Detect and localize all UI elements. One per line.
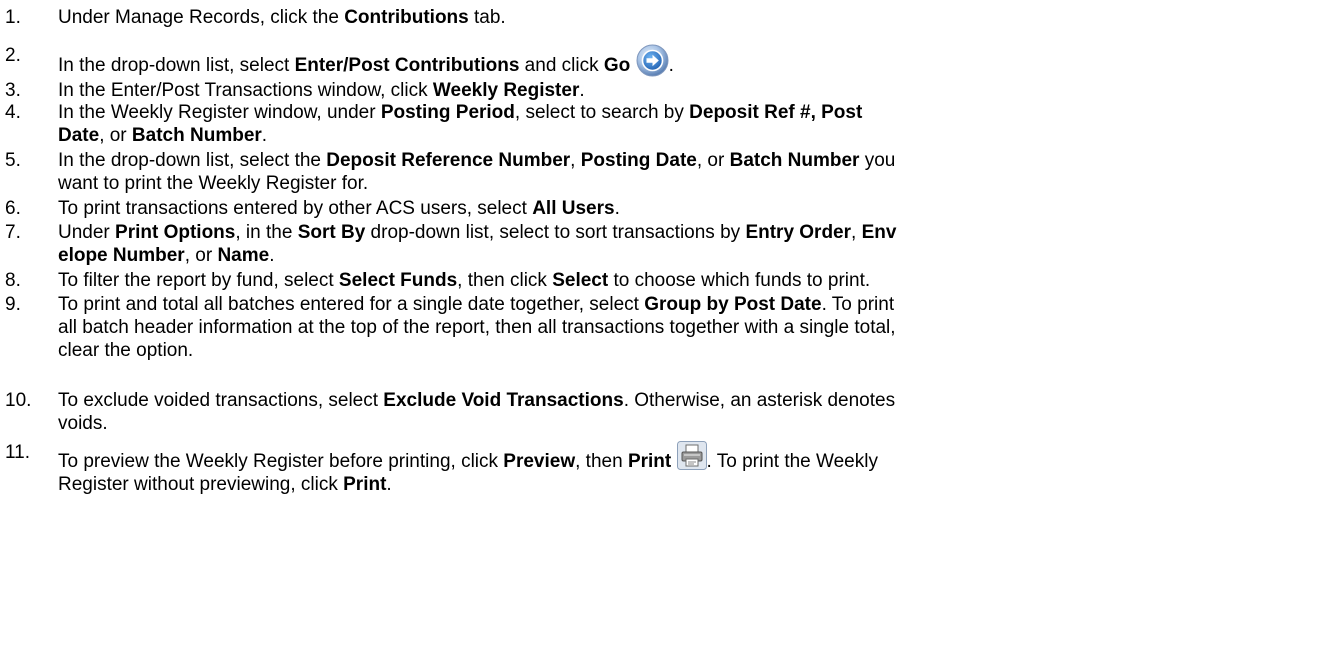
text-run: drop-down list, select to sort transacti… — [365, 222, 746, 243]
step-number: 5. — [5, 150, 21, 171]
text-run: In the Weekly Register window, under — [58, 102, 381, 123]
bold-term: Entry Order — [745, 222, 852, 243]
bold-term: Select Funds — [338, 270, 458, 291]
step-text: To print and total all batches entered f… — [58, 294, 896, 361]
bold-term: Date — [58, 125, 100, 146]
text-run: Under — [58, 222, 116, 243]
text-run: Register without previewing, click — [58, 474, 344, 495]
bold-term: Weekly Register — [432, 80, 580, 101]
step-number: 10. — [5, 390, 32, 411]
text-run: voids. — [58, 413, 108, 434]
step-text: In the Weekly Register window, under Pos… — [58, 102, 862, 146]
bold-term: Batch Number — [729, 150, 860, 171]
text-run: . — [614, 198, 620, 219]
step-number: 6. — [5, 198, 21, 219]
step-item: 8. To filter the report by fund, select S… — [0, 269, 1317, 292]
bold-term: Print — [627, 451, 672, 472]
step-number: 1. — [5, 7, 21, 28]
bold-term: Deposit Reference Number — [326, 150, 571, 171]
printer-icon — [676, 441, 707, 470]
text-run: , — [570, 150, 581, 171]
step-item: 4. In the Weekly Register window, under P… — [0, 101, 1317, 147]
text-run: . — [579, 80, 585, 101]
go-arrow-icon — [636, 44, 669, 77]
text-run: , select to search by — [514, 102, 690, 123]
text-run: . To print — [821, 294, 895, 315]
text-run: all batch header information at the top … — [58, 317, 896, 338]
text-run: , in the — [235, 222, 298, 243]
bold-term: Group by Post Date — [644, 294, 822, 315]
text-run: and click — [519, 55, 604, 76]
text-run: , or — [696, 150, 730, 171]
text-run: you — [859, 150, 896, 171]
step-item: 2. In the drop-down list, select Enter/Po… — [0, 44, 1317, 77]
step-item: 6. To print transactions entered by other… — [0, 197, 1317, 220]
bold-term: Enter/Post Contributions — [294, 55, 520, 76]
bold-term: Exclude Void Transactions — [383, 390, 624, 411]
text-run: . Otherwise, an asterisk denotes — [623, 390, 896, 411]
step-text: In the drop-down list, select the Deposi… — [58, 150, 895, 194]
step-text: Under Manage Records, click the Contribu… — [58, 7, 506, 28]
bold-term: Preview — [503, 451, 576, 472]
text-run: tab. — [468, 7, 506, 28]
text-run: . — [261, 125, 268, 146]
text-run: clear the option. — [58, 340, 194, 361]
text-run: . To print the Weekly — [706, 451, 878, 472]
text-run: To print and total all batches entered f… — [58, 294, 645, 315]
step-item: 3. In the Enter/Post Transactions window,… — [0, 79, 1317, 102]
bold-term: Contributions — [344, 7, 469, 28]
text-run: In the Enter/Post Transactions window, c… — [58, 80, 433, 101]
step-text: To filter the report by fund, select Sel… — [58, 270, 870, 291]
step-number: 3. — [5, 80, 21, 101]
step-text: To print transactions entered by other A… — [58, 198, 620, 219]
bold-term: Env — [861, 222, 897, 243]
step-text: To preview the Weekly Register before pr… — [58, 441, 878, 495]
text-run: To exclude voided transactions, select — [58, 390, 384, 411]
step-item: 7. Under Print Options, in the Sort By dr… — [0, 221, 1317, 267]
step-item: 9. To print and total all batches entered… — [0, 293, 1317, 362]
bold-term: Print — [343, 474, 387, 495]
step-text: To exclude voided transactions, select E… — [58, 390, 895, 434]
text-run: , or — [184, 245, 218, 266]
text-run: . — [386, 474, 392, 495]
bold-term: Posting Period — [380, 102, 515, 123]
step-item: 1. Under Manage Records, click the Contri… — [0, 6, 1317, 29]
step-number: 7. — [5, 222, 21, 243]
text-run: to choose which funds to print. — [608, 270, 871, 291]
bold-term: Select — [552, 270, 609, 291]
bold-term: Print Options — [115, 222, 236, 243]
bold-term: Name — [217, 245, 270, 266]
step-text: In the drop-down list, select Enter/Post… — [58, 44, 674, 77]
step-number: 11. — [5, 442, 31, 463]
text-run: . — [668, 55, 674, 76]
step-item: 5. In the drop-down list, select the Depo… — [0, 149, 1317, 195]
text-run: , then click — [457, 270, 553, 291]
step-item: 10. To exclude voided transactions, selec… — [0, 389, 1317, 435]
step-number: 8. — [5, 270, 21, 291]
text-run: . — [269, 245, 275, 266]
step-number: 2. — [5, 45, 21, 66]
text-run: Under Manage Records, click the — [58, 7, 345, 28]
text-run: To preview the Weekly Register before pr… — [58, 451, 504, 472]
bold-term: Sort By — [297, 222, 366, 243]
text-run: In the drop-down list, select — [58, 55, 295, 76]
bold-term: Posting Date — [580, 150, 697, 171]
step-text: In the Enter/Post Transactions window, c… — [58, 80, 585, 101]
text-run: , then — [575, 451, 628, 472]
text-run: In the drop-down list, select the — [58, 150, 327, 171]
bold-term: Deposit Ref #, Post — [689, 102, 863, 123]
step-number: 9. — [5, 294, 21, 315]
bold-term: Go — [603, 55, 631, 76]
bold-term: elope Number — [58, 245, 185, 266]
step-item: 11. To preview the Weekly Register before… — [0, 441, 1317, 496]
bold-term: All Users — [532, 198, 615, 219]
text-run: want to print the Weekly Register for. — [58, 173, 369, 194]
bold-term: Batch Number — [131, 125, 262, 146]
text-run: , or — [99, 125, 132, 146]
text-run: , — [851, 222, 862, 243]
text-run: To print transactions entered by other A… — [58, 198, 533, 219]
step-text: Under Print Options, in the Sort By drop… — [58, 222, 896, 266]
text-run: To filter the report by fund, select — [58, 270, 339, 291]
step-number: 4. — [5, 102, 21, 123]
